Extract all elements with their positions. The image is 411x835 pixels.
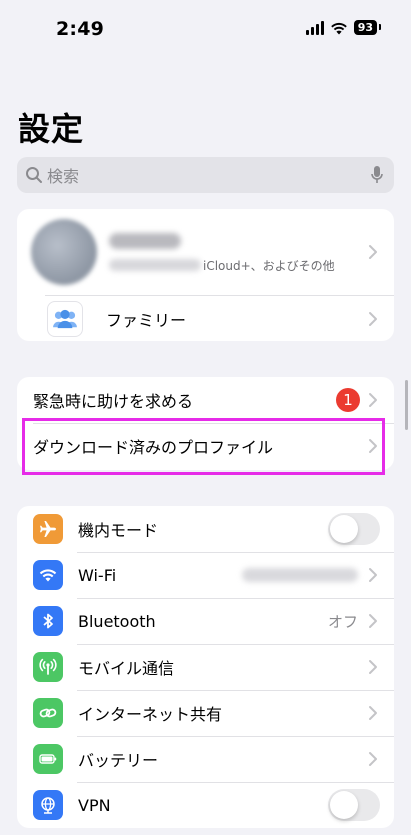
bluetooth-status: オフ (327, 612, 358, 631)
highlight-frame (22, 418, 385, 475)
page-title: 設定 (18, 110, 85, 148)
vpn-label: VPN (78, 795, 111, 815)
status-bar: 2:49 93 (0, 0, 411, 60)
airplane-mode-label: 機内モード (78, 521, 159, 540)
account-name-redacted (109, 233, 181, 249)
chevron-right-icon (369, 706, 377, 720)
status-time: 2:49 (56, 18, 105, 40)
vpn-toggle[interactable] (328, 789, 380, 821)
chevron-right-icon (369, 393, 377, 407)
family-row[interactable]: ファミリー (17, 295, 394, 341)
wifi-network-redacted (242, 568, 358, 582)
scroll-indicator[interactable] (405, 380, 408, 430)
link-icon (33, 698, 63, 728)
personal-hotspot-row[interactable]: インターネット共有 (17, 690, 394, 736)
battery-indicator: 93 (353, 20, 382, 35)
wifi-label: Wi-Fi (78, 565, 117, 585)
emergency-sos-label: 緊急時に助けを求める (33, 392, 194, 411)
personal-hotspot-label: インターネット共有 (78, 705, 223, 724)
chevron-right-icon (369, 752, 377, 766)
vpn-row[interactable]: VPN (17, 782, 394, 828)
chevron-right-icon (369, 312, 377, 326)
apple-account-row[interactable]: iCloud+、およびその他 (17, 209, 394, 295)
airplane-mode-row[interactable]: 機内モード (17, 506, 394, 552)
chevron-right-icon (369, 245, 377, 259)
microphone-icon[interactable] (370, 165, 384, 185)
connectivity-group: 機内モード Wi-Fi Bluetooth オフ モバイル通信 インターネット共… (17, 506, 394, 828)
chevron-right-icon (369, 568, 377, 582)
status-icons: 93 (305, 20, 382, 35)
search-bar[interactable]: 検索 (17, 157, 394, 193)
cellular-signal-icon (305, 20, 324, 35)
airplane-icon (33, 514, 63, 544)
search-input[interactable]: 検索 (47, 163, 79, 187)
battery-row[interactable]: バッテリー (17, 736, 394, 782)
wifi-icon (33, 560, 63, 590)
cellular-row[interactable]: モバイル通信 (17, 644, 394, 690)
account-subtitle: iCloud+、およびその他 (203, 259, 335, 273)
emergency-sos-row[interactable]: 緊急時に助けを求める 1 (17, 377, 394, 423)
airplane-mode-toggle[interactable] (328, 513, 380, 545)
battery-icon (33, 744, 63, 774)
bluetooth-label: Bluetooth (78, 611, 156, 631)
family-label: ファミリー (106, 311, 187, 330)
bluetooth-icon (33, 606, 63, 636)
account-detail-redacted (109, 259, 201, 271)
notification-badge: 1 (336, 388, 360, 412)
battery-label: バッテリー (78, 751, 159, 770)
wifi-row[interactable]: Wi-Fi (17, 552, 394, 598)
avatar (31, 219, 97, 285)
globe-icon (33, 790, 63, 820)
bluetooth-row[interactable]: Bluetooth オフ (17, 598, 394, 644)
cellular-label: モバイル通信 (78, 659, 175, 678)
account-group: iCloud+、およびその他 ファミリー (17, 209, 394, 341)
family-icon (47, 301, 83, 337)
antenna-icon (33, 652, 63, 682)
search-icon (26, 167, 42, 183)
chevron-right-icon (369, 660, 377, 674)
wifi-status-icon (330, 22, 347, 34)
chevron-right-icon (369, 614, 377, 628)
